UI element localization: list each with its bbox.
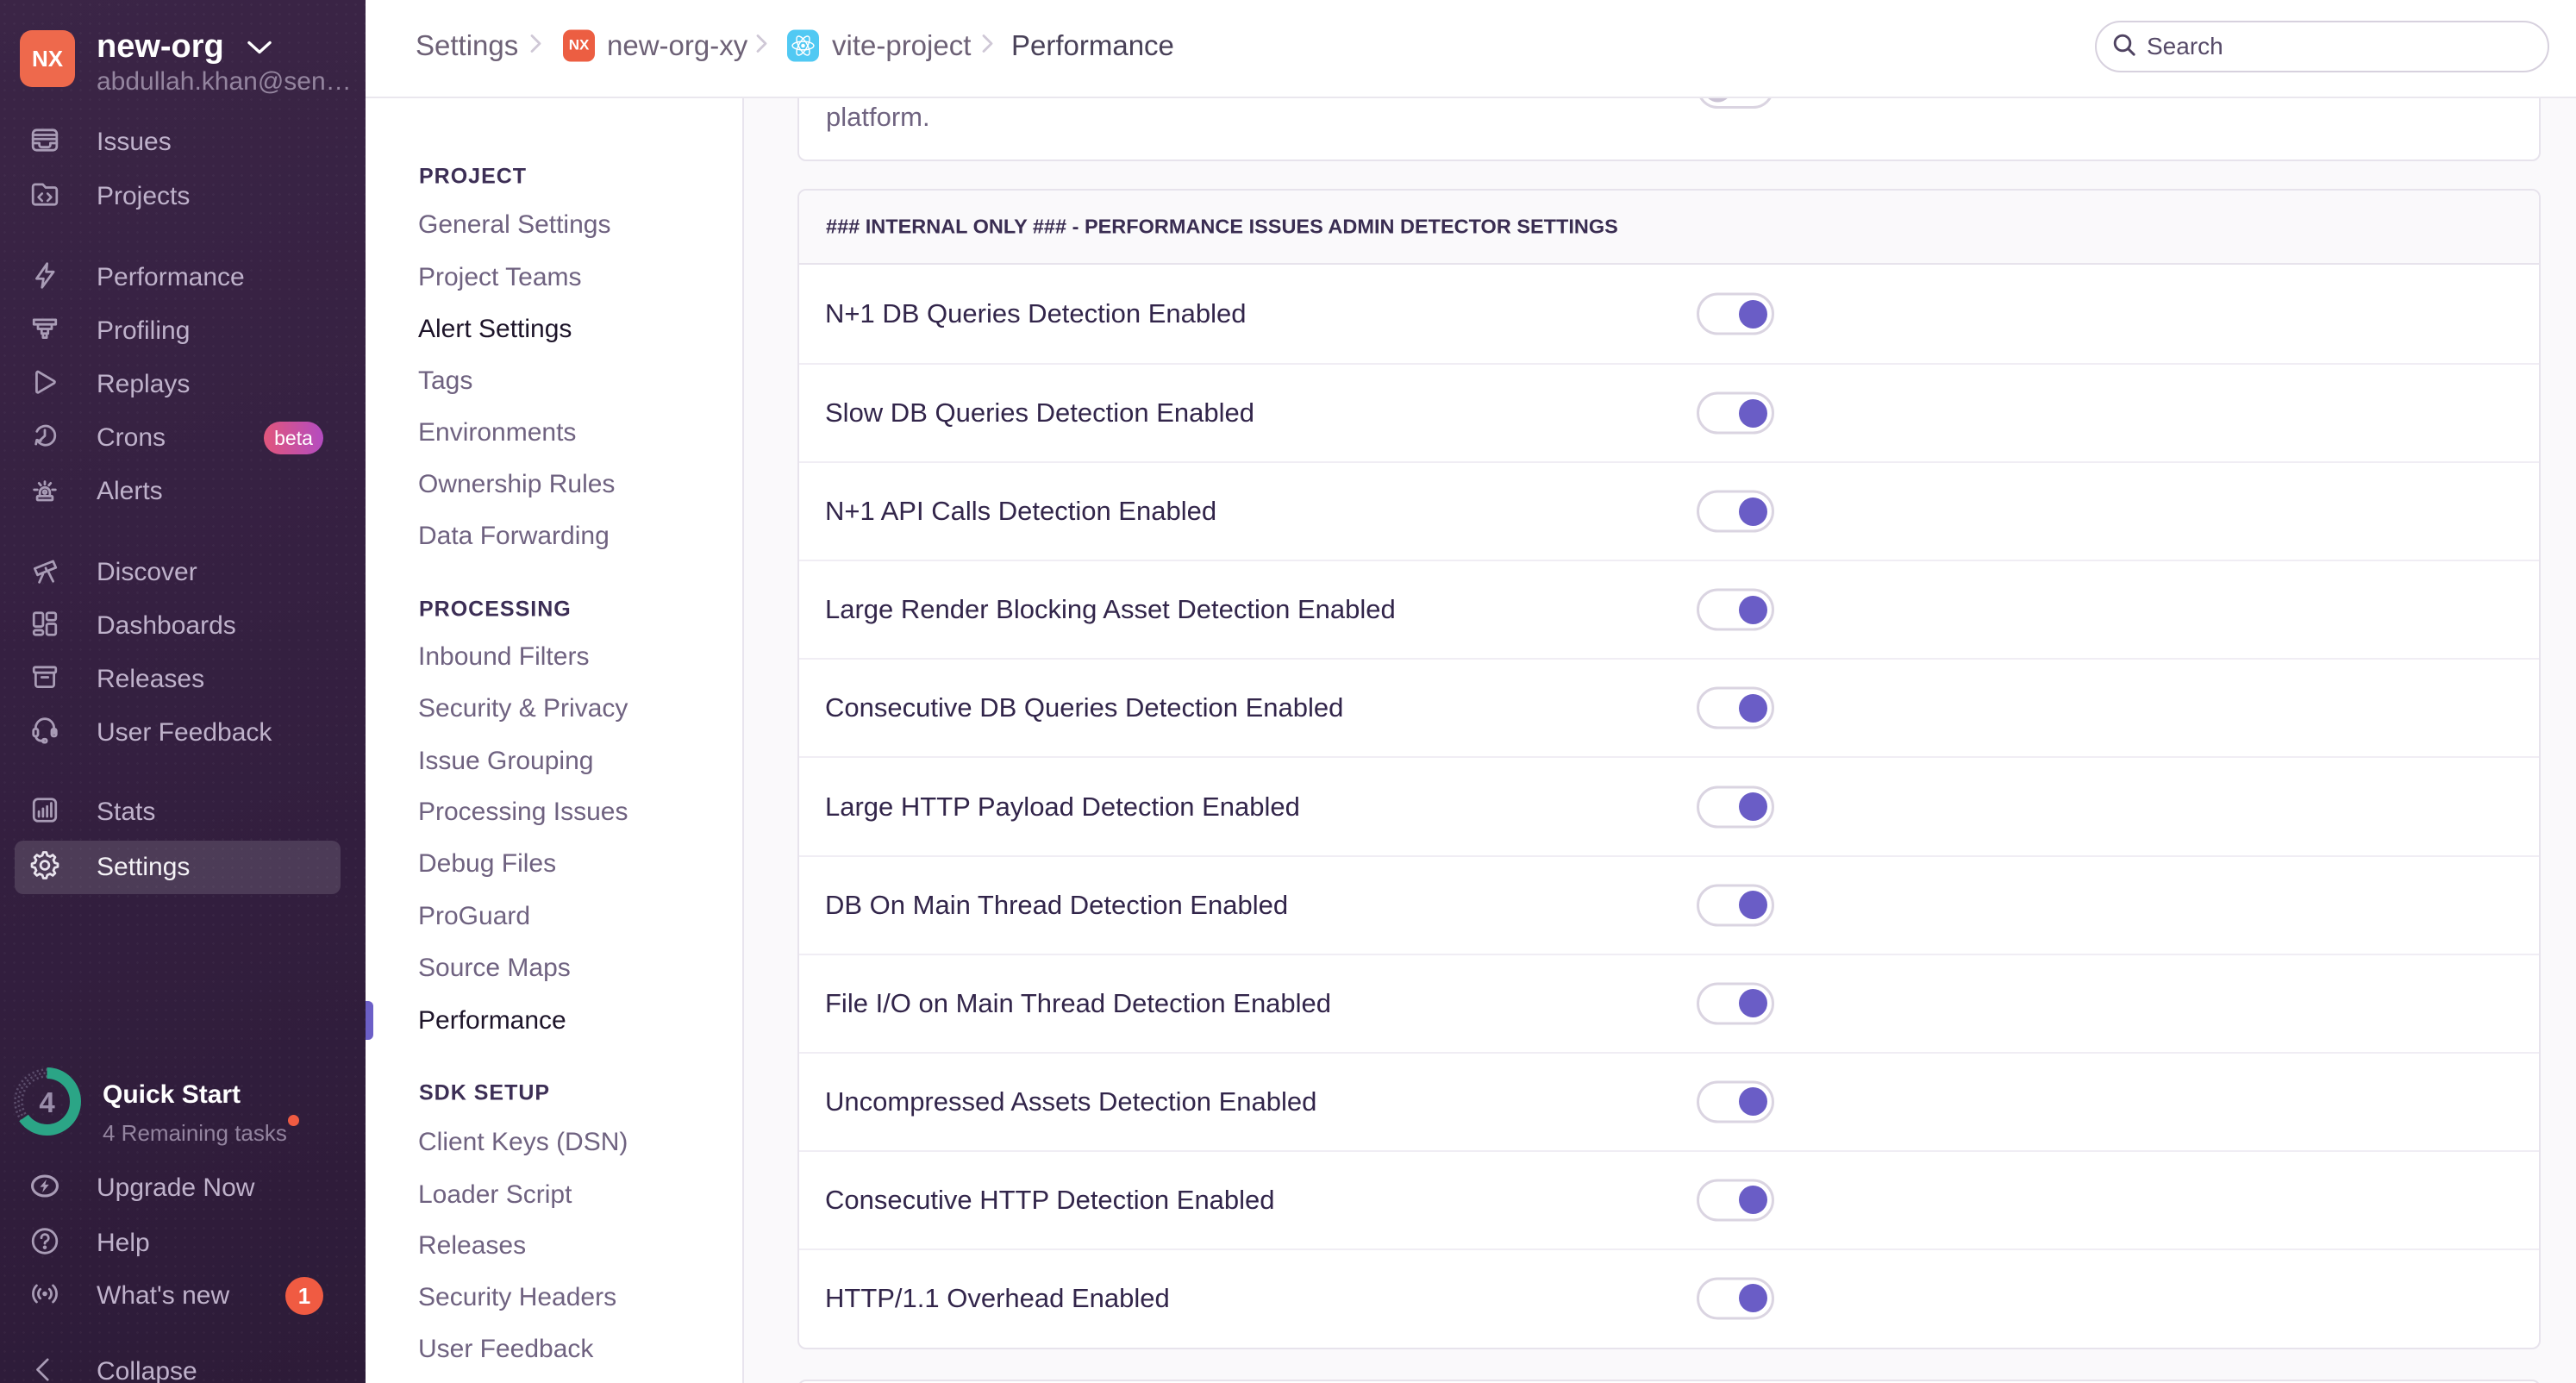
svg-text:4: 4: [39, 1086, 55, 1118]
